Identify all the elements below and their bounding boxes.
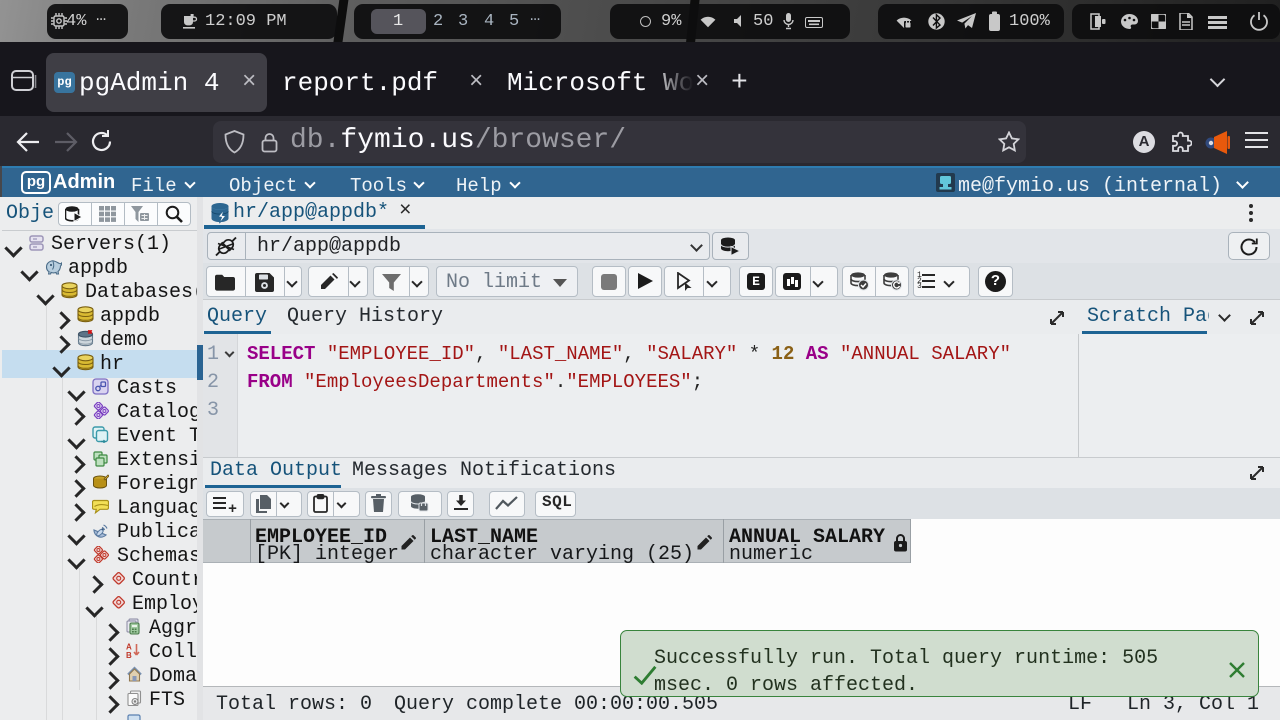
svg-text:B: B: [126, 651, 132, 659]
